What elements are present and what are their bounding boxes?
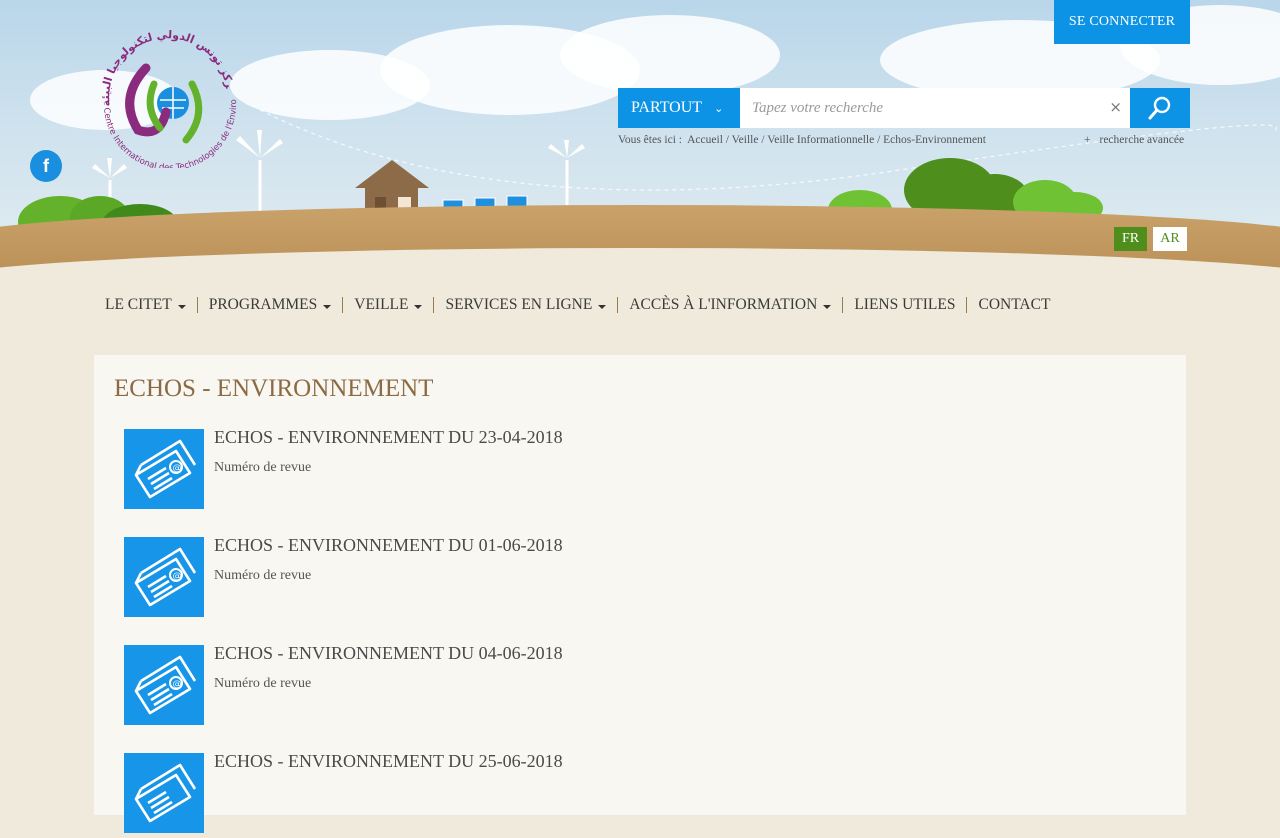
entry-subtitle: Numéro de revue [214,676,312,691]
newsletter-icon[interactable]: @ [124,645,204,725]
newsletter-icon[interactable]: @ [124,537,204,617]
entry-subtitle: Numéro de revue [214,460,312,475]
language-fr-button[interactable]: FR [1114,227,1147,251]
citet-logo[interactable]: مركز تونس الدولي لتكنولوجيا البيئة Centr… [92,18,246,173]
list-item[interactable]: @ ECHOS - ENVIRONNEMENT DU 01-06-2018 Nu… [124,535,1024,617]
list-item[interactable]: @ ECHOS - ENVIRONNEMENT DU 23-04-2018 Nu… [124,427,1024,509]
nav-item-liens-utiles[interactable]: LIENS UTILES [842,296,966,313]
entry-title[interactable]: ECHOS - ENVIRONNEMENT DU 23-04-2018 [214,427,563,448]
search-bar: PARTOUT ⌄ Tapez votre recherche × [618,88,1190,128]
nav-item-acces-information[interactable]: ACCÈS À L'INFORMATION [617,296,842,313]
list-item[interactable]: @ ECHOS - ENVIRONNEMENT DU 04-06-2018 Nu… [124,643,1024,725]
svg-text:@: @ [173,464,182,474]
breadcrumb-item-accueil[interactable]: Accueil [687,134,723,146]
search-icon [1148,96,1171,120]
language-ar-button[interactable]: AR [1153,227,1187,251]
page-title: ECHOS - ENVIRONNEMENT [114,375,434,402]
entry-subtitle: Numéro de revue [214,568,312,583]
caret-down-icon [414,304,423,309]
search-scope-dropdown[interactable]: PARTOUT ⌄ [618,88,740,128]
newsletter-icon[interactable] [124,753,204,833]
clear-icon[interactable]: × [1109,98,1122,116]
nav-item-le-citet[interactable]: LE CITET [94,296,197,313]
main-content: ECHOS - ENVIRONNEMENT @ ECHOS - ENVIRONN… [94,355,1186,833]
search-button[interactable] [1130,88,1190,128]
search-input[interactable]: Tapez votre recherche × [740,88,1130,128]
caret-down-icon [598,304,607,309]
entry-title[interactable]: ECHOS - ENVIRONNEMENT DU 25-06-2018 [214,751,563,772]
newsletter-icon[interactable]: @ [124,429,204,509]
nav-item-veille[interactable]: VEILLE [342,296,433,313]
entry-title[interactable]: ECHOS - ENVIRONNEMENT DU 01-06-2018 [214,535,563,556]
breadcrumb-item-echos-environnement: Echos-Environnement [883,134,986,146]
caret-down-icon [323,304,332,309]
caret-down-icon [177,304,186,309]
facebook-icon[interactable]: f [30,150,62,182]
advanced-search-link[interactable]: + recherche avancée [1084,134,1184,146]
plus-icon: + [1084,134,1091,146]
list-item[interactable]: ECHOS - ENVIRONNEMENT DU 25-06-2018 [124,751,1024,833]
search-scope-label: PARTOUT [631,99,703,116]
main-nav: LE CITET PROGRAMMES VEILLE SERVICES EN L… [94,288,1061,322]
search-placeholder: Tapez votre recherche [752,99,884,116]
svg-text:@: @ [173,680,182,690]
nav-item-contact[interactable]: CONTACT [966,296,1061,313]
breadcrumb-item-veille[interactable]: Veille [732,134,759,146]
chevron-down-icon: ⌄ [714,102,724,115]
svg-text:@: @ [173,572,182,582]
breadcrumb-prefix: Vous êtes ici : [618,134,682,146]
advanced-search-label: recherche avancée [1099,134,1185,146]
breadcrumb: Vous êtes ici : Accueil / Veille / Veill… [618,134,986,146]
caret-down-icon [823,304,832,309]
entry-title[interactable]: ECHOS - ENVIRONNEMENT DU 04-06-2018 [214,643,563,664]
breadcrumb-item-veille-informationnelle[interactable]: Veille Informationnelle [767,134,874,146]
login-button[interactable]: SE CONNECTER [1054,0,1190,44]
nav-item-services-en-ligne[interactable]: SERVICES EN LIGNE [433,296,617,313]
header-banner: مركز تونس الدولي لتكنولوجيا البيئة Centr… [0,0,1280,285]
nav-item-programmes[interactable]: PROGRAMMES [196,296,343,313]
